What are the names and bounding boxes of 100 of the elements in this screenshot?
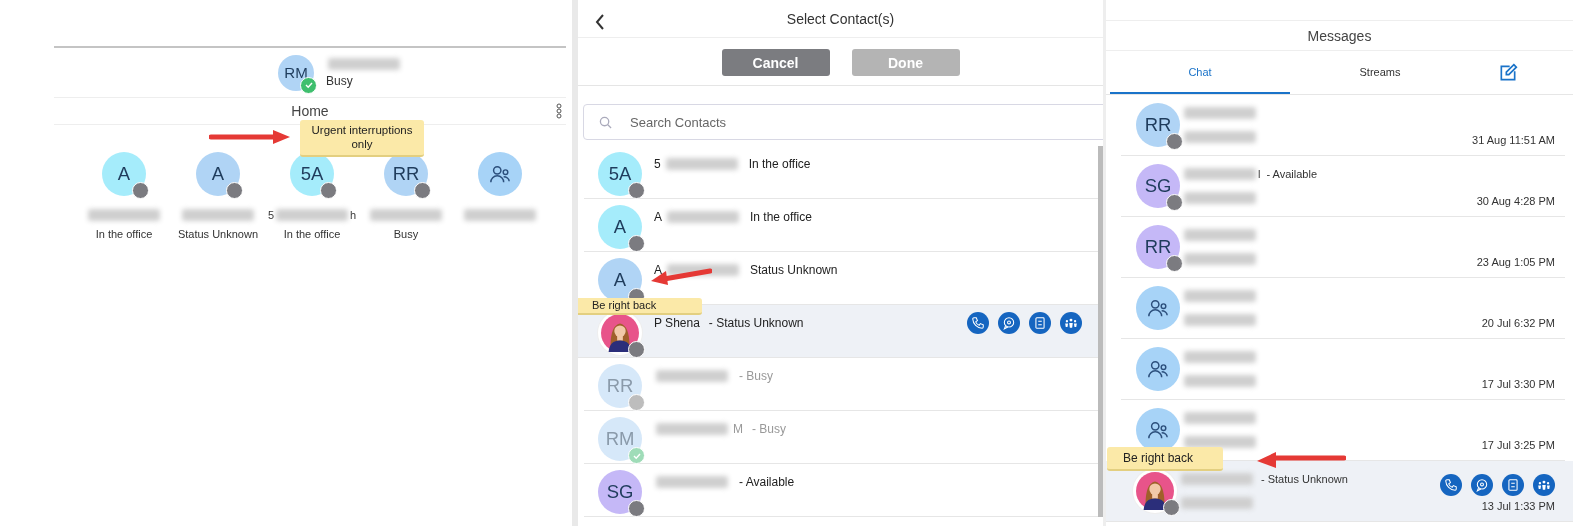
chat-row[interactable]: RR 23 Aug 1:05 PM (1121, 217, 1565, 278)
status-text: Status Unknown (177, 228, 259, 240)
chat-icon (1475, 478, 1489, 492)
status-text: Status Unknown (750, 263, 838, 277)
more-options-icon[interactable] (556, 103, 562, 119)
status-text: - Status Unknown (708, 316, 804, 330)
group-icon (1147, 419, 1169, 441)
blurred-text (667, 211, 739, 223)
name-text: A (654, 263, 662, 277)
contact-card-icon (1033, 316, 1047, 330)
blurred-text (1184, 229, 1256, 241)
chat-row[interactable]: RR 31 Aug 11:51 AM (1121, 95, 1565, 156)
chat-button[interactable] (1471, 474, 1493, 496)
screen-title: Select Contact(s) (786, 10, 895, 27)
blurred-text (1184, 412, 1256, 424)
contact-row[interactable]: 5A 5 In the office (584, 146, 1098, 199)
blurred-text (1184, 192, 1256, 204)
blurred-text (1181, 473, 1253, 485)
blurred-text (88, 209, 160, 221)
phone-icon (971, 316, 985, 330)
avatar: RR (1136, 103, 1180, 147)
chat-row[interactable]: SG l - Available 30 Aug 4:28 PM (1121, 156, 1565, 217)
contact-row[interactable]: SG - Available (584, 464, 1098, 517)
chat-row[interactable]: 20 Jul 6:32 PM (1121, 278, 1565, 339)
group-icon (1064, 316, 1078, 330)
avatar: RM (598, 417, 642, 461)
contact-card-button[interactable] (1502, 474, 1524, 496)
group-button[interactable] (1533, 474, 1555, 496)
name-text: h (350, 209, 357, 221)
blurred-text (1184, 131, 1256, 143)
timestamp: 17 Jul 3:25 PM (1481, 439, 1555, 451)
tab[interactable]: Chat (1110, 51, 1290, 94)
cancel-button[interactable]: Cancel (721, 49, 830, 76)
blurred-text (1184, 351, 1256, 363)
status-text: - Busy (739, 369, 773, 383)
group-icon (489, 163, 511, 185)
contact-card-icon (1506, 478, 1520, 492)
contact-row[interactable]: A A In the office (584, 199, 1098, 252)
blurred-text (1184, 253, 1256, 265)
status-text: - Available (1266, 168, 1317, 180)
status-text: In the office (748, 157, 811, 171)
tooltip: Be right back (1107, 447, 1223, 471)
compose-icon[interactable] (1498, 62, 1518, 83)
status-text: - Status Unknown (1261, 473, 1348, 485)
blurred-text (276, 209, 348, 221)
tooltip: Be right back (578, 298, 702, 315)
group-icon (1537, 478, 1551, 492)
avatar: SG (598, 470, 642, 514)
blurred-text (182, 209, 254, 221)
blurred-text (1184, 290, 1256, 302)
status-text: Busy (393, 228, 419, 240)
status-text: - Busy (752, 422, 786, 436)
blurred-text (656, 423, 728, 435)
timestamp: 30 Aug 4:28 PM (1476, 195, 1555, 207)
blurred-text (328, 57, 400, 70)
phone-icon (1444, 478, 1458, 492)
name-text: P Shena (654, 316, 700, 330)
avatar: RM (278, 54, 314, 91)
search-field[interactable]: Search Contacts (583, 104, 1103, 140)
chat-icon (1002, 316, 1016, 330)
blurred-text (656, 476, 728, 488)
group-icon (1147, 358, 1169, 380)
timestamp: 13 Jul 1:33 PM (1481, 500, 1555, 512)
avatar: A (598, 205, 642, 249)
blurred-text (1184, 107, 1256, 119)
tab[interactable]: Streams (1290, 51, 1470, 94)
avatar: A (102, 152, 146, 196)
chat-row[interactable]: 17 Jul 3:30 PM (1121, 339, 1565, 400)
screen-title: Messages (1307, 27, 1372, 44)
status-text: - Available (739, 475, 795, 489)
timestamp: 23 Aug 1:05 PM (1476, 256, 1555, 268)
group-icon (1147, 297, 1169, 319)
blurred-text (1184, 168, 1256, 180)
status-text: In the office (95, 228, 153, 240)
blurred-text (464, 209, 536, 221)
timestamp: 31 Aug 11:51 AM (1472, 134, 1555, 146)
avatar: A (196, 152, 240, 196)
timestamp: 20 Jul 6:32 PM (1481, 317, 1555, 329)
status-text: In the office (750, 210, 812, 224)
name-text: 5 (267, 209, 274, 221)
back-icon[interactable] (595, 14, 605, 30)
avatar: 5A (598, 152, 642, 196)
blurred-text (656, 370, 728, 382)
contact-card-button[interactable] (1029, 312, 1051, 334)
call-button[interactable] (1440, 474, 1462, 496)
blurred-text (370, 209, 442, 221)
tooltip: Urgent interruptions only (300, 120, 424, 157)
group-button[interactable] (1060, 312, 1082, 334)
status-text: Busy (326, 73, 354, 88)
name-text: A (654, 210, 662, 224)
timestamp: 17 Jul 3:30 PM (1481, 378, 1555, 390)
name-text: M (733, 422, 743, 436)
blurred-text (1184, 436, 1256, 448)
call-button[interactable] (967, 312, 989, 334)
status-text: In the office (283, 228, 341, 240)
avatar: SG (1136, 164, 1180, 208)
blurred-text (1184, 314, 1256, 326)
section-title: Home (291, 103, 329, 119)
name-text: 5 (654, 157, 661, 171)
chat-button[interactable] (998, 312, 1020, 334)
